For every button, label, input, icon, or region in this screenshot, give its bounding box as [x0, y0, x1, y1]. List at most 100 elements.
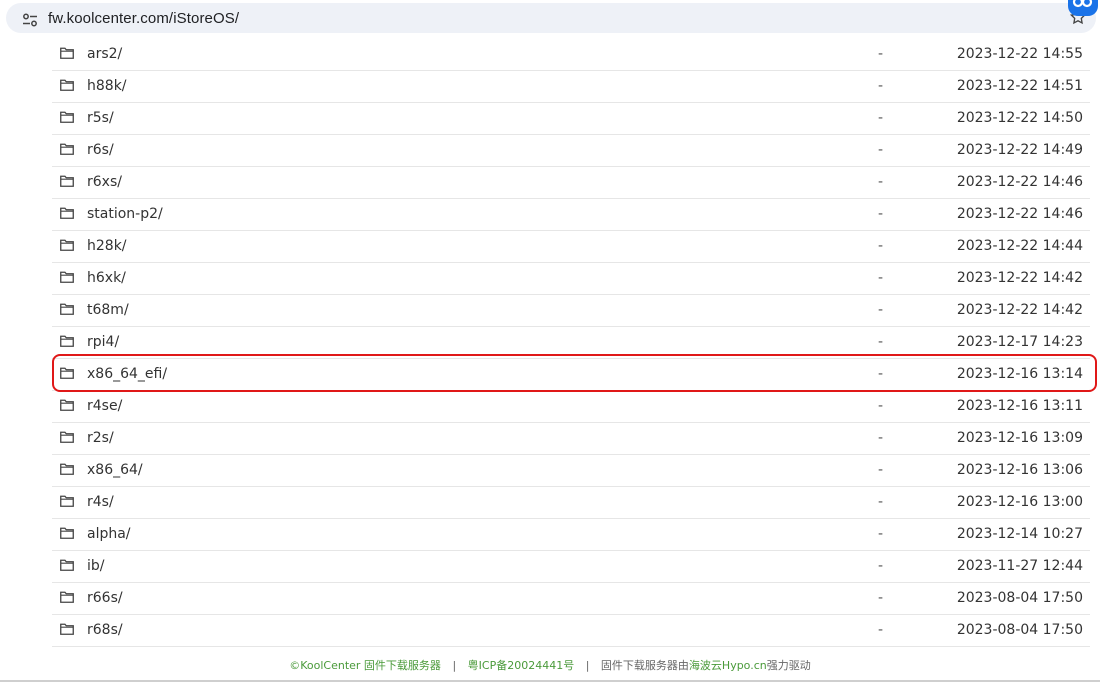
file-name-link[interactable]: station-p2/ [87, 206, 163, 222]
file-size: - [878, 78, 884, 94]
folder-icon [60, 527, 74, 539]
file-name-link[interactable]: r66s/ [87, 590, 123, 606]
file-date: 2023-12-16 13:06 [956, 462, 1083, 478]
folder-icon [60, 463, 74, 475]
file-size: - [878, 270, 884, 286]
file-name-link[interactable]: h28k/ [87, 238, 127, 254]
file-size: - [878, 142, 884, 158]
file-date: 2023-12-22 14:55 [956, 46, 1083, 62]
footer-powered-text: 固件下载服务器由 [600, 659, 689, 672]
table-row[interactable]: alpha/ - 2023-12-14 10:27 [52, 519, 1090, 551]
file-name-link[interactable]: r4se/ [87, 398, 122, 414]
file-listing: ars2/ - 2023-12-22 14:55 h88k/ - 2023-12-22 1… [52, 39, 1090, 647]
file-name-link[interactable]: r5s/ [87, 110, 114, 126]
file-date: 2023-12-22 14:50 [956, 110, 1083, 126]
table-row[interactable]: rpi4/ - 2023-12-17 14:23 [52, 327, 1090, 359]
file-date: 2023-12-16 13:09 [956, 430, 1083, 446]
folder-icon [60, 143, 74, 155]
browser-address-bar: fw.koolcenter.com/iStoreOS/ [0, 0, 1100, 38]
extension-icon[interactable] [1068, 0, 1098, 16]
table-row[interactable]: h28k/ - 2023-12-22 14:44 [52, 231, 1090, 263]
folder-icon [60, 591, 74, 603]
table-row[interactable]: ib/ - 2023-11-27 12:44 [52, 551, 1090, 583]
file-date: 2023-12-16 13:11 [956, 398, 1083, 414]
table-row[interactable]: r6xs/ - 2023-12-22 14:46 [52, 167, 1090, 199]
url-text[interactable]: fw.koolcenter.com/iStoreOS/ [48, 10, 239, 27]
table-row[interactable]: r4s/ - 2023-12-16 13:00 [52, 487, 1090, 519]
folder-icon [60, 175, 74, 187]
file-name-link[interactable]: r2s/ [87, 430, 114, 446]
file-date: 2023-11-27 12:44 [956, 558, 1083, 574]
page-footer: ©KoolCenter 固件下载服务器 | 粤ICP备20024441号 | 固… [0, 657, 1100, 673]
file-date: 2023-08-04 17:50 [956, 622, 1083, 638]
file-size: - [878, 46, 884, 62]
file-size: - [878, 366, 884, 382]
file-date: 2023-12-22 14:42 [956, 302, 1083, 318]
file-name-link[interactable]: ib/ [87, 558, 105, 574]
folder-icon [60, 623, 74, 635]
file-size: - [878, 622, 884, 638]
table-row[interactable]: r6s/ - 2023-12-22 14:49 [52, 135, 1090, 167]
file-size: - [878, 238, 884, 254]
folder-icon [60, 207, 74, 219]
table-row[interactable]: r66s/ - 2023-08-04 17:50 [52, 583, 1090, 615]
folder-icon [60, 559, 74, 571]
folder-icon [60, 239, 74, 251]
file-size: - [878, 398, 884, 414]
file-size: - [878, 494, 884, 510]
file-size: - [878, 302, 884, 318]
file-name-link[interactable]: r68s/ [87, 622, 123, 638]
file-date: 2023-12-14 10:27 [956, 526, 1083, 542]
file-name-link[interactable]: ars2/ [87, 46, 122, 62]
file-date: 2023-12-22 14:44 [956, 238, 1083, 254]
bottom-divider [0, 680, 1100, 682]
file-name-link[interactable]: x86_64/ [87, 462, 143, 478]
url-bar[interactable]: fw.koolcenter.com/iStoreOS/ [6, 3, 1096, 33]
file-name-link[interactable]: rpi4/ [87, 334, 119, 350]
folder-icon [60, 111, 74, 123]
table-row[interactable]: station-p2/ - 2023-12-22 14:46 [52, 199, 1090, 231]
table-row[interactable]: ars2/ - 2023-12-22 14:55 [52, 39, 1090, 71]
footer-hypo-link[interactable]: 海波云Hypo.cn [689, 659, 767, 672]
file-name-link[interactable]: r4s/ [87, 494, 114, 510]
folder-icon [60, 47, 74, 59]
table-row[interactable]: r4se/ - 2023-12-16 13:11 [52, 391, 1090, 423]
table-row[interactable]: x86_64/ - 2023-12-16 13:06 [52, 455, 1090, 487]
table-row[interactable]: r5s/ - 2023-12-22 14:50 [52, 103, 1090, 135]
file-date: 2023-08-04 17:50 [956, 590, 1083, 606]
file-size: - [878, 206, 884, 222]
table-row[interactable]: r68s/ - 2023-08-04 17:50 [52, 615, 1090, 647]
file-name-link[interactable]: r6xs/ [87, 174, 122, 190]
folder-icon [60, 335, 74, 347]
table-row[interactable]: r2s/ - 2023-12-16 13:09 [52, 423, 1090, 455]
table-row[interactable]: x86_64_efi/ - 2023-12-16 13:14 [52, 359, 1090, 391]
file-size: - [878, 590, 884, 606]
file-name-link[interactable]: t68m/ [87, 302, 129, 318]
file-name-link[interactable]: x86_64_efi/ [87, 366, 167, 382]
folder-icon [60, 399, 74, 411]
file-size: - [878, 334, 884, 350]
footer-copyright[interactable]: ©KoolCenter 固件下载服务器 [289, 659, 441, 672]
file-name-link[interactable]: h88k/ [87, 78, 127, 94]
file-date: 2023-12-22 14:49 [956, 142, 1083, 158]
file-size: - [878, 526, 884, 542]
folder-icon [60, 431, 74, 443]
footer-separator: | [585, 659, 590, 672]
file-date: 2023-12-17 14:23 [956, 334, 1083, 350]
file-name-link[interactable]: alpha/ [87, 526, 131, 542]
file-size: - [878, 430, 884, 446]
folder-icon [60, 79, 74, 91]
file-size: - [878, 110, 884, 126]
folder-icon [60, 271, 74, 283]
file-name-link[interactable]: h6xk/ [87, 270, 126, 286]
folder-icon [60, 303, 74, 315]
file-date: 2023-12-22 14:42 [956, 270, 1083, 286]
site-settings-icon[interactable] [22, 13, 38, 27]
folder-icon [60, 367, 74, 379]
file-date: 2023-12-22 14:46 [956, 206, 1083, 222]
table-row[interactable]: t68m/ - 2023-12-22 14:42 [52, 295, 1090, 327]
footer-icp-link[interactable]: 粤ICP备20024441号 [468, 659, 575, 672]
table-row[interactable]: h6xk/ - 2023-12-22 14:42 [52, 263, 1090, 295]
file-name-link[interactable]: r6s/ [87, 142, 114, 158]
table-row[interactable]: h88k/ - 2023-12-22 14:51 [52, 71, 1090, 103]
